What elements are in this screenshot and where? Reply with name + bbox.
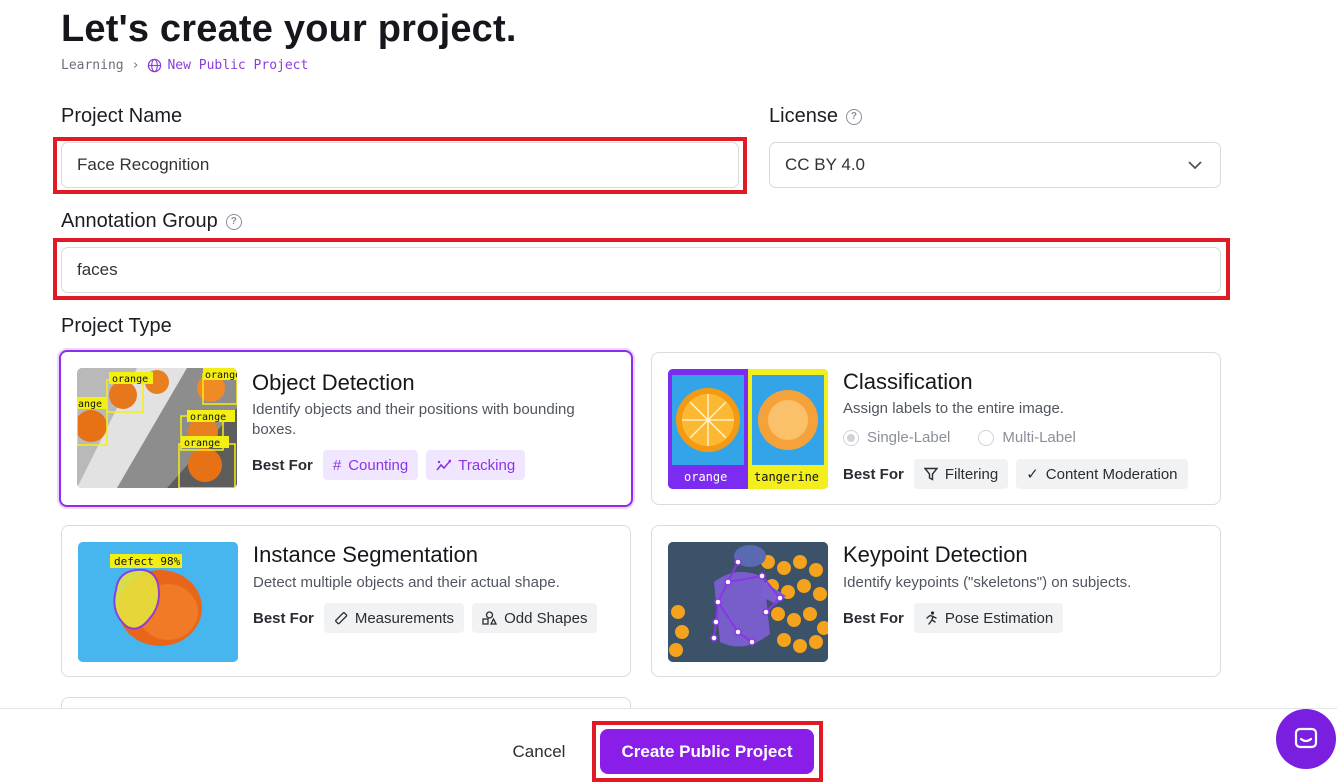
thumb-label: orange: [205, 370, 237, 381]
page-title: Let's create your project.: [61, 8, 517, 50]
card-title: Classification: [843, 369, 973, 394]
chip-counting: # Counting: [322, 450, 419, 480]
card-title: Object Detection: [252, 370, 415, 395]
thumb-label: orange: [684, 470, 727, 484]
breadcrumb: Learning › New Public Project: [61, 58, 308, 73]
running-person-icon: [926, 610, 937, 625]
card-description: Assign labels to the entire image.: [843, 400, 1064, 417]
chip-filtering: Filtering: [913, 459, 1009, 489]
card-title: Instance Segmentation: [253, 542, 479, 567]
chip-measurements: Measurements: [323, 603, 465, 633]
chip-label: Odd Shapes: [504, 609, 588, 627]
best-for-label: Best For: [253, 609, 314, 627]
best-for-row: Best For Filtering ✓ Content Moderation: [843, 459, 1188, 489]
breadcrumb-current-label: New Public Project: [167, 58, 309, 73]
project-type-label-text: Project Type: [61, 315, 172, 337]
annotation-group-label-text: Annotation Group: [61, 210, 218, 232]
thumb-label: orange: [112, 374, 148, 385]
card-title: Keypoint Detection: [843, 542, 1028, 567]
best-for-row: Best For Pose Estimation: [843, 603, 1064, 633]
card-description: Identify keypoints ("skeletons") on subj…: [843, 574, 1132, 591]
annotation-group-value: faces: [77, 260, 118, 279]
chevron-down-icon: [1188, 160, 1202, 169]
card-keypoint-detection[interactable]: Keypoint Detection Identify keypoints ("…: [651, 525, 1221, 677]
thumb-label: ange: [78, 399, 102, 410]
best-for-row: Best For Measurements Odd Shapes: [253, 603, 598, 633]
card-description: Identify objects and their positions wit…: [252, 401, 575, 438]
project-type-label: Project Type: [61, 315, 172, 338]
thumb-label: orange: [190, 412, 226, 423]
chip-label: Counting: [348, 456, 409, 474]
card-object-detection[interactable]: orange ange orange orange orange Object …: [59, 350, 633, 507]
radio-single-label-text: Single-Label: [867, 429, 951, 446]
annotation-group-label: Annotation Group ?: [61, 210, 242, 233]
best-for-row: Best For # Counting Tracking: [252, 450, 526, 480]
instance-segmentation-thumbnail: defect 98%: [78, 542, 238, 662]
breadcrumb-current: New Public Project: [147, 58, 308, 73]
create-public-project-button[interactable]: Create Public Project: [600, 729, 814, 774]
project-name-label: Project Name: [61, 105, 182, 128]
shapes-icon: [482, 611, 498, 625]
project-name-label-text: Project Name: [61, 105, 183, 127]
hash-icon: #: [332, 456, 342, 474]
keypoint-detection-thumbnail: [668, 542, 828, 662]
card-description: Detect multiple objects and their actual…: [253, 574, 560, 591]
tracking-icon: [436, 459, 452, 470]
project-name-value: Face Recognition: [77, 155, 210, 174]
thumb-label: defect 98%: [114, 555, 181, 568]
filter-icon: [923, 467, 938, 481]
chevron-right-icon: ›: [131, 58, 140, 73]
chip-label: Filtering: [944, 465, 999, 483]
card-classification[interactable]: orange tangerine Classification Assign l…: [651, 352, 1221, 505]
thumb-label: orange: [184, 438, 220, 449]
help-icon[interactable]: ?: [225, 213, 242, 230]
radio-single-label[interactable]: [843, 429, 859, 446]
chip-odd-shapes: Odd Shapes: [472, 603, 598, 633]
best-for-label: Best For: [843, 465, 904, 483]
radio-multi-label-text: Multi-Label: [1002, 429, 1076, 446]
chat-launcher[interactable]: [1276, 709, 1336, 769]
card-instance-segmentation[interactable]: defect 98% Instance Segmentation Detect …: [61, 525, 631, 677]
object-detection-thumbnail: orange ange orange orange orange: [77, 368, 237, 488]
chip-label: Content Moderation: [1045, 465, 1178, 483]
chip-label: Tracking: [458, 456, 516, 474]
thumb-label: tangerine: [754, 470, 819, 484]
chip-tracking: Tracking: [426, 450, 526, 480]
best-for-label: Best For: [252, 456, 313, 474]
radio-multi-label[interactable]: [978, 429, 995, 446]
ruler-icon: [334, 612, 348, 625]
license-label-text: License: [769, 105, 838, 127]
chip-pose-estimation: Pose Estimation: [913, 603, 1064, 633]
globe-icon: [148, 58, 162, 73]
classification-thumbnail: orange tangerine: [668, 369, 828, 489]
chip-content-moderation: ✓ Content Moderation: [1016, 459, 1188, 489]
chip-label: Pose Estimation: [944, 609, 1054, 627]
project-name-input[interactable]: Face Recognition: [61, 142, 739, 188]
chip-label: Measurements: [354, 609, 455, 627]
cancel-button[interactable]: Cancel: [500, 732, 578, 772]
license-label: License ?: [769, 105, 862, 128]
breadcrumb-parent[interactable]: Learning: [61, 58, 124, 73]
annotation-group-input[interactable]: faces: [61, 247, 1221, 293]
check-icon: ✓: [1026, 466, 1039, 483]
radio-group: Single-Label Multi-Label: [843, 429, 1076, 446]
best-for-label: Best For: [843, 609, 904, 627]
license-value: CC BY 4.0: [785, 155, 866, 174]
license-select[interactable]: CC BY 4.0: [769, 142, 1221, 188]
help-icon[interactable]: ?: [845, 108, 862, 125]
chat-icon: [1294, 727, 1318, 749]
